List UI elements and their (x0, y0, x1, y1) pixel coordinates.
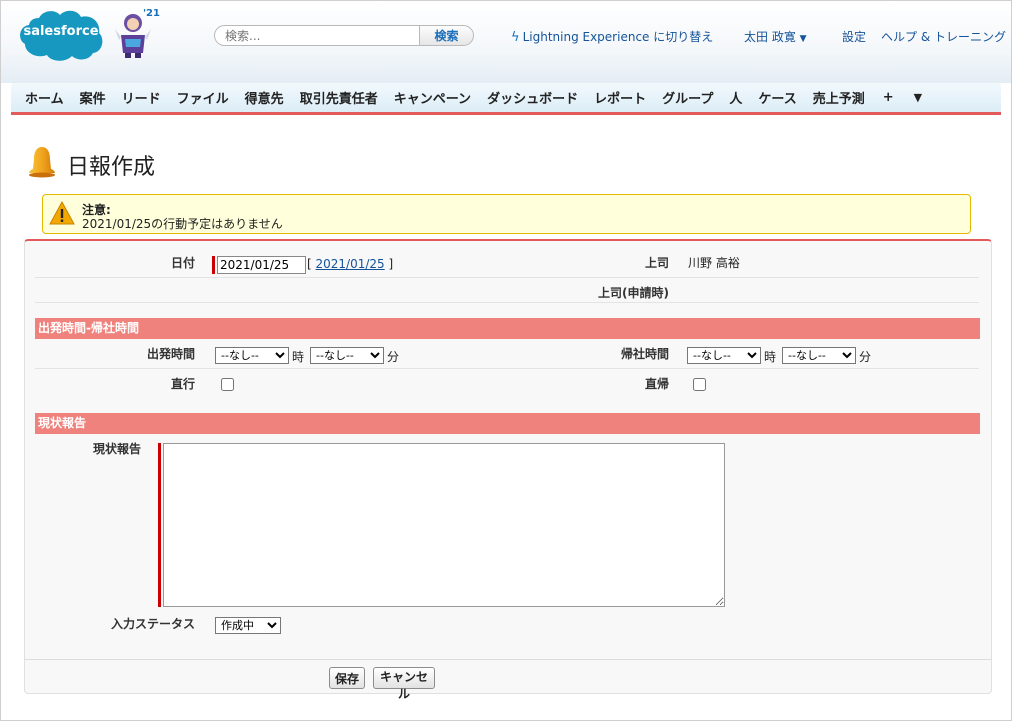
date-label: 日付 (170, 256, 195, 270)
tab-cases[interactable]: ケース (750, 88, 804, 107)
add-tab-plus-icon[interactable]: + (873, 90, 904, 105)
user-menu[interactable]: 太田 政寛 ▼ (744, 28, 807, 45)
warning-icon (49, 201, 75, 225)
browser-frame: salesforce '21 検索 ϟLightning Experience … (0, 0, 1012, 721)
daily-report-form: 日付 [ 2021/01/25 ] 上司 川野 高裕 上司(申請時) 出発時間-… (24, 239, 992, 701)
lightning-link-label: Lightning Experience に切り替え (522, 30, 714, 44)
direct-go-label: 直行 (170, 377, 195, 391)
search-button[interactable]: 検索 (419, 25, 474, 46)
return-hour-select[interactable]: --なし-- (687, 347, 761, 364)
page-title: 日報作成 (67, 155, 156, 180)
boss-label: 上司 (644, 256, 669, 270)
direct-return-label: 直帰 (644, 377, 669, 391)
header: salesforce '21 検索 ϟLightning Experience … (1, 1, 1011, 83)
minute-unit: 分 (859, 350, 872, 364)
depart-hour-select[interactable]: --なし-- (215, 347, 289, 364)
direct-go-checkbox[interactable] (221, 378, 234, 391)
boss-value: 川野 高裕 (688, 256, 740, 270)
button-row-divider (25, 659, 991, 660)
tab-groups[interactable]: グループ (654, 88, 721, 107)
section-header-time: 出発時間-帰社時間 (35, 318, 980, 339)
tab-accounts[interactable]: 得意先 (237, 88, 292, 107)
lightning-bolt-icon: ϟ (511, 30, 520, 45)
date-input[interactable] (217, 256, 306, 274)
user-name: 太田 政寛 (744, 30, 796, 44)
tab-home[interactable]: ホーム (17, 88, 72, 107)
tab-forecasts[interactable]: 売上予測 (805, 88, 873, 107)
hour-unit: 時 (764, 350, 777, 364)
more-tabs-dropdown-icon[interactable]: ▼ (904, 91, 932, 104)
bracket-close: ] (388, 257, 394, 271)
tab-bar: ホーム 案件 リード ファイル 得意先 取引先責任者 キャンペーン ダッシュボー… (11, 83, 1001, 115)
tab-contacts[interactable]: 取引先責任者 (292, 88, 386, 107)
help-link[interactable]: ヘルプ & トレーニング (881, 28, 1006, 45)
direct-return-checkbox[interactable] (693, 378, 706, 391)
tab-files[interactable]: ファイル (169, 88, 237, 107)
required-indicator (212, 256, 215, 274)
today-date-shortcut[interactable]: 2021/01/25 (316, 257, 385, 271)
row-divider (35, 277, 979, 278)
lightning-switch-link[interactable]: ϟ Lightning Experience に切り替え (511, 28, 713, 45)
today-date-link: [ 2021/01/25 ] (307, 257, 393, 271)
save-button[interactable]: 保存 (329, 667, 365, 689)
tab-dashboards[interactable]: ダッシュボード (479, 88, 586, 107)
tab-campaigns[interactable]: キャンペーン (386, 88, 479, 107)
chevron-down-icon: ▼ (799, 34, 807, 44)
logo-text: salesforce (23, 24, 99, 39)
depart-time-label: 出発時間 (146, 347, 195, 361)
tab-people[interactable]: 人 (721, 88, 750, 107)
depart-minute-select[interactable]: --なし-- (310, 347, 384, 364)
tab-opportunities[interactable]: 案件 (72, 88, 114, 107)
hour-unit: 時 (292, 350, 305, 364)
report-label: 現状報告 (92, 442, 141, 456)
return-minute-select[interactable]: --なし-- (782, 347, 856, 364)
section-header-report: 現状報告 (35, 413, 980, 434)
tab-reports[interactable]: レポート (586, 88, 654, 107)
tab-list: ホーム 案件 リード ファイル 得意先 取引先責任者 キャンペーン ダッシュボー… (11, 83, 1001, 112)
warning-message: 2021/01/25の行動予定はありません (82, 217, 283, 231)
status-select[interactable]: 作成中 (215, 617, 281, 634)
return-time-label: 帰社時間 (620, 347, 669, 361)
required-indicator (158, 443, 161, 607)
row-divider (35, 302, 979, 303)
release-badge: '21 (143, 8, 160, 19)
settings-link[interactable]: 設定 (842, 28, 866, 45)
tab-leads[interactable]: リード (114, 88, 169, 107)
minute-unit: 分 (387, 350, 400, 364)
row-divider (35, 368, 979, 369)
report-textarea[interactable] (163, 443, 725, 607)
bracket-open: [ (307, 257, 312, 271)
warning-box: 注意: 2021/01/25の行動予定はありません (42, 194, 971, 234)
search-input[interactable] (214, 25, 420, 46)
boss-at-apply-label: 上司(申請時) (598, 286, 669, 300)
bell-icon (29, 147, 55, 178)
cancel-button[interactable]: キャンセル (373, 667, 435, 701)
status-label: 入力ステータス (110, 617, 195, 631)
